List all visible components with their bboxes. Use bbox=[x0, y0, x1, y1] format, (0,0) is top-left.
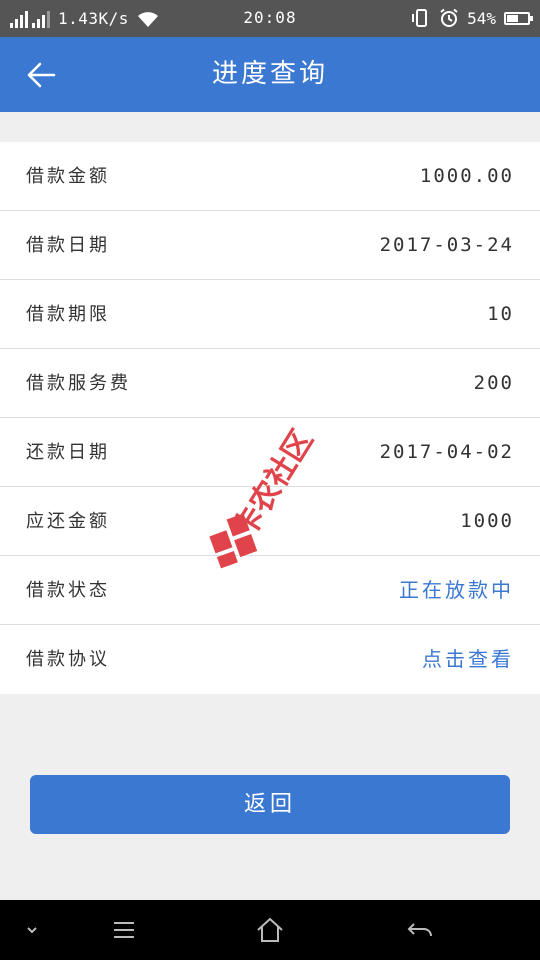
row-loan-term: 借款期限 10 bbox=[0, 280, 540, 349]
return-button[interactable]: 返回 bbox=[30, 775, 510, 834]
nav-back-button[interactable] bbox=[402, 912, 438, 948]
row-loan-date: 借款日期 2017-03-24 bbox=[0, 211, 540, 280]
menu-icon bbox=[114, 922, 134, 938]
back-icon bbox=[407, 923, 432, 937]
loan-date-label: 借款日期 bbox=[26, 235, 110, 256]
loan-date-value: 2017-03-24 bbox=[379, 234, 514, 256]
row-loan-agreement: 借款协议 点击查看 bbox=[0, 625, 540, 694]
alarm-icon bbox=[440, 8, 458, 27]
row-loan-amount: 借款金额 1000.00 bbox=[0, 142, 540, 211]
view-agreement-link[interactable]: 点击查看 bbox=[422, 625, 514, 694]
loan-agreement-label: 借款协议 bbox=[26, 649, 110, 670]
loan-status-label: 借款状态 bbox=[26, 580, 110, 601]
nav-bar bbox=[0, 900, 540, 960]
row-loan-status: 借款状态 正在放款中 bbox=[0, 556, 540, 625]
status-right: 54% bbox=[411, 8, 533, 28]
repay-date-value: 2017-04-02 bbox=[379, 441, 514, 463]
nav-home-button[interactable] bbox=[252, 912, 288, 948]
battery-percent: 54% bbox=[467, 8, 496, 28]
row-repay-amount: 应还金额 1000 bbox=[0, 487, 540, 556]
repay-date-label: 还款日期 bbox=[26, 442, 110, 463]
loan-status-value: 正在放款中 bbox=[399, 578, 514, 602]
chevron-down-icon bbox=[27, 927, 37, 934]
loan-amount-label: 借款金额 bbox=[26, 166, 110, 187]
status-bar: 1.43K/s 20:08 54% bbox=[0, 0, 540, 37]
repay-amount-label: 应还金额 bbox=[26, 511, 110, 532]
repay-amount-value: 1000 bbox=[460, 510, 514, 532]
loan-term-label: 借款期限 bbox=[26, 304, 110, 325]
loan-term-value: 10 bbox=[487, 303, 514, 325]
service-fee-label: 借款服务费 bbox=[26, 373, 131, 394]
app-header: 进度查询 bbox=[0, 37, 540, 112]
nav-expand-button[interactable] bbox=[14, 912, 50, 948]
loan-detail-list: 借款金额 1000.00 借款日期 2017-03-24 借款期限 10 借款服… bbox=[0, 142, 540, 694]
service-fee-value: 200 bbox=[473, 372, 514, 394]
row-repay-date: 还款日期 2017-04-02 bbox=[0, 418, 540, 487]
page-title: 进度查询 bbox=[211, 59, 328, 89]
battery-icon bbox=[504, 11, 533, 25]
vibrate-icon bbox=[412, 9, 428, 27]
row-service-fee: 借款服务费 200 bbox=[0, 349, 540, 418]
nav-menu-button[interactable] bbox=[106, 912, 142, 948]
loan-amount-value: 1000.00 bbox=[419, 165, 514, 187]
home-icon bbox=[257, 917, 283, 942]
